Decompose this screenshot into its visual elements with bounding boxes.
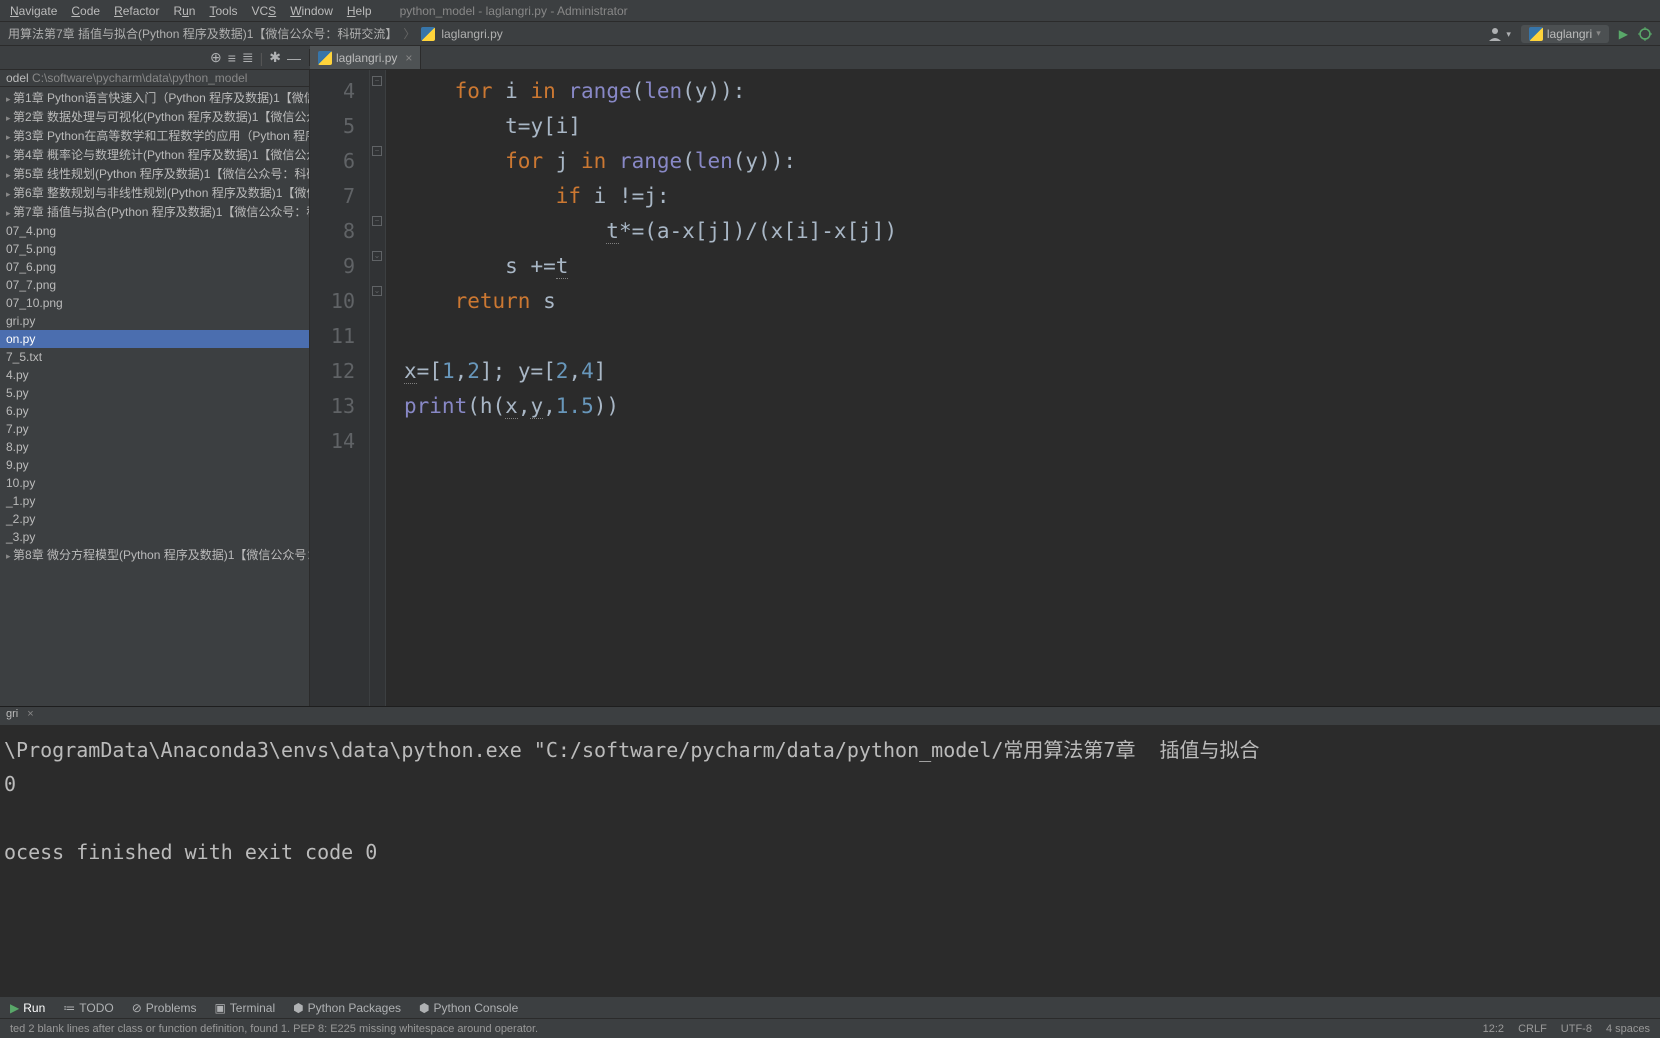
tree-file[interactable]: 07_4.png <box>0 222 309 240</box>
packages-icon: ⬢ <box>293 1001 303 1015</box>
window-title: python_model - laglangri.py - Administra… <box>400 4 628 18</box>
fold-icon[interactable]: − <box>372 76 382 86</box>
tree-file[interactable]: 6.py <box>0 402 309 420</box>
chevron-down-icon: ▾ <box>1596 28 1601 39</box>
problems-icon: ⊘ <box>132 1001 142 1015</box>
menu-vcs[interactable]: VCS <box>246 2 283 20</box>
menu-window[interactable]: Window <box>284 2 339 20</box>
tree-folder[interactable]: 第8章 微分方程模型(Python 程序及数据)1【微信公众号：科研交流】 <box>0 546 309 565</box>
tree-file[interactable]: 7_5.txt <box>0 348 309 366</box>
close-tab-icon[interactable]: × <box>405 51 412 65</box>
tree-file[interactable]: 7.py <box>0 420 309 438</box>
breadcrumb-sep-icon: 〉 <box>403 25 415 42</box>
toolbar-row: ⊕ ≡ ≣ | ✱ — laglangri.py × <box>0 46 1660 70</box>
tool-todo[interactable]: ≔TODO <box>63 1001 113 1015</box>
close-run-tab-icon[interactable]: × <box>27 708 33 720</box>
terminal-icon: ▣ <box>214 1001 225 1015</box>
tree-file[interactable]: on.py <box>0 330 309 348</box>
tree-file[interactable]: 5.py <box>0 384 309 402</box>
menu-run[interactable]: Run <box>167 2 201 20</box>
menubar: Navigate Code Refactor Run Tools VCS Win… <box>0 0 1660 22</box>
tree-file[interactable]: 4.py <box>0 366 309 384</box>
python-file-icon <box>318 51 332 65</box>
menu-refactor[interactable]: Refactor <box>108 2 165 20</box>
editor-tab-label: laglangri.py <box>336 51 397 65</box>
run-button[interactable]: ▶ <box>1619 27 1628 41</box>
statusbar: ted 2 blank lines after class or functio… <box>0 1018 1660 1038</box>
tree-folder[interactable]: 第3章 Python在高等数学和工程数学的应用（Python 程序及数据)1【 <box>0 127 309 146</box>
tool-packages[interactable]: ⬢Python Packages <box>293 1001 401 1015</box>
tree-folder[interactable]: 第7章 插值与拟合(Python 程序及数据)1【微信公众号：科研交流】 <box>0 203 309 222</box>
run-tab-label: gri <box>6 708 18 720</box>
collapse-all-icon[interactable]: ≣ <box>242 49 254 66</box>
run-tab-header[interactable]: gri × <box>0 707 1660 725</box>
debug-button[interactable] <box>1638 26 1652 41</box>
tool-terminal[interactable]: ▣Terminal <box>214 1001 275 1015</box>
fold-icon[interactable]: ⌄ <box>372 286 382 296</box>
fold-icon[interactable]: ⌄ <box>372 251 382 261</box>
tree-file[interactable]: 07_7.png <box>0 276 309 294</box>
status-line-sep[interactable]: CRLF <box>1518 1023 1547 1035</box>
menu-help[interactable]: Help <box>341 2 378 20</box>
editor-tab[interactable]: laglangri.py × <box>310 46 421 69</box>
locate-icon[interactable]: ⊕ <box>210 49 222 66</box>
tree-file[interactable]: gri.py <box>0 312 309 330</box>
breadcrumb-file[interactable]: laglangri.py <box>441 27 502 41</box>
tree-file[interactable]: _2.py <box>0 510 309 528</box>
tree-file[interactable]: 07_5.png <box>0 240 309 258</box>
code-area[interactable]: for i in range(len(y)): t=y[i] for j in … <box>386 70 1660 706</box>
python-file-icon <box>421 27 435 41</box>
fold-gutter[interactable]: − − − ⌄ ⌄ <box>370 70 386 706</box>
fold-icon[interactable]: − <box>372 216 382 226</box>
status-encoding[interactable]: UTF-8 <box>1561 1023 1592 1035</box>
expand-all-icon[interactable]: ≡ <box>228 50 236 66</box>
tree-file[interactable]: 07_10.png <box>0 294 309 312</box>
tree-file[interactable]: 9.py <box>0 456 309 474</box>
todo-icon: ≔ <box>63 1001 75 1015</box>
run-config-name: laglangri <box>1547 27 1592 41</box>
fold-icon[interactable]: − <box>372 146 382 156</box>
tree-folder[interactable]: 第1章 Python语言快速入门（Python 程序及数据)1【微信公众号：科 <box>0 89 309 108</box>
run-config-selector[interactable]: laglangri ▾ <box>1521 25 1609 43</box>
python-icon <box>1529 27 1543 41</box>
menu-code[interactable]: Code <box>65 2 106 20</box>
tool-run[interactable]: ▶Run <box>10 1001 45 1015</box>
tree-file[interactable]: 10.py <box>0 474 309 492</box>
line-gutter[interactable]: 4567891011121314 <box>310 70 370 706</box>
editor[interactable]: 4567891011121314 − − − ⌄ ⌄ for i in rang… <box>310 70 1660 706</box>
tree-file[interactable]: _3.py <box>0 528 309 546</box>
tree-folder[interactable]: 第6章 整数规划与非线性规划(Python 程序及数据)1【微信公众号：科研 <box>0 184 309 203</box>
run-tool-window: gri × \ProgramData\Anaconda3\envs\data\p… <box>0 706 1660 996</box>
tree-folder[interactable]: 第4章 概率论与数理统计(Python 程序及数据)1【微信公众号：科研 <box>0 146 309 165</box>
tool-python-console[interactable]: ⬢Python Console <box>419 1001 518 1015</box>
project-tree[interactable]: odel C:\software\pycharm\data\python_mod… <box>0 70 310 706</box>
tree-folder[interactable]: 第5章 线性规划(Python 程序及数据)1【微信公众号：科研交流】 <box>0 165 309 184</box>
hide-icon[interactable]: — <box>287 50 301 66</box>
status-message: ted 2 blank lines after class or functio… <box>10 1023 1483 1035</box>
tree-file[interactable]: _1.py <box>0 492 309 510</box>
menu-navigate[interactable]: Navigate <box>4 2 63 20</box>
tool-problems[interactable]: ⊘Problems <box>132 1001 197 1015</box>
tree-file[interactable]: 07_6.png <box>0 258 309 276</box>
python-console-icon: ⬢ <box>419 1001 429 1015</box>
breadcrumb[interactable]: 用算法第7章 插值与拟合(Python 程序及数据)1【微信公众号：科研交流】 … <box>8 25 1487 42</box>
tree-file[interactable]: 8.py <box>0 438 309 456</box>
user-icon[interactable]: ▾ <box>1487 26 1511 42</box>
bottom-toolbar: ▶Run ≔TODO ⊘Problems ▣Terminal ⬢Python P… <box>0 996 1660 1018</box>
console-output[interactable]: \ProgramData\Anaconda3\envs\data\python.… <box>0 725 1660 996</box>
status-indent[interactable]: 4 spaces <box>1606 1023 1650 1035</box>
breadcrumb-folder[interactable]: 用算法第7章 插值与拟合(Python 程序及数据)1【微信公众号：科研交流】 <box>8 25 397 42</box>
navbar: 用算法第7章 插值与拟合(Python 程序及数据)1【微信公众号：科研交流】 … <box>0 22 1660 46</box>
status-position[interactable]: 12:2 <box>1483 1023 1504 1035</box>
play-icon: ▶ <box>10 1001 19 1015</box>
project-toolbar: ⊕ ≡ ≣ | ✱ — <box>0 49 310 66</box>
project-root[interactable]: odel C:\software\pycharm\data\python_mod… <box>0 70 309 87</box>
settings-icon[interactable]: ✱ <box>269 49 281 66</box>
menu-tools[interactable]: Tools <box>203 2 243 20</box>
tree-folder[interactable]: 第2章 数据处理与可视化(Python 程序及数据)1【微信公众号：科研 <box>0 108 309 127</box>
